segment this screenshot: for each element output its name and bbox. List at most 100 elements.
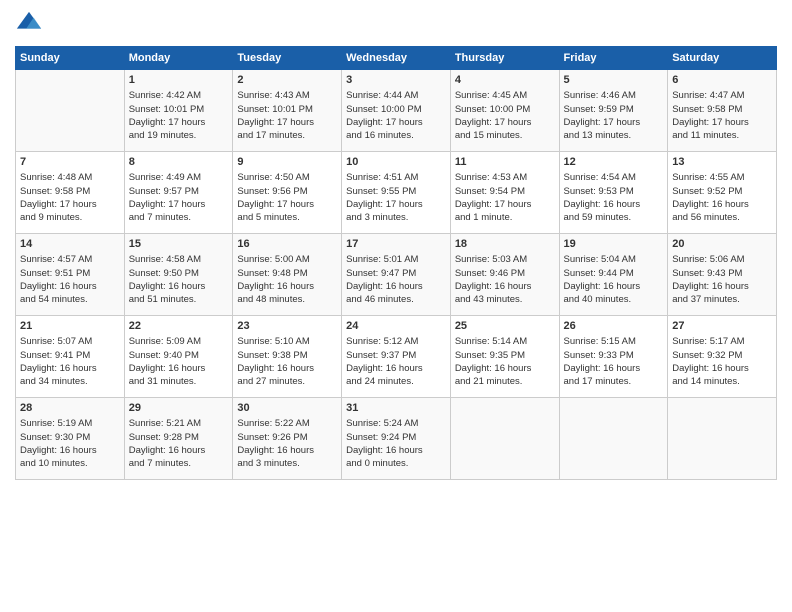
calendar-cell — [16, 70, 125, 152]
calendar-cell: 31Sunrise: 5:24 AM Sunset: 9:24 PM Dayli… — [342, 398, 451, 480]
calendar-cell: 20Sunrise: 5:06 AM Sunset: 9:43 PM Dayli… — [668, 234, 777, 316]
header-cell-sunday: Sunday — [16, 47, 125, 70]
calendar-cell: 9Sunrise: 4:50 AM Sunset: 9:56 PM Daylig… — [233, 152, 342, 234]
day-number: 12 — [564, 155, 664, 170]
header-row: SundayMondayTuesdayWednesdayThursdayFrid… — [16, 47, 777, 70]
day-number: 30 — [237, 401, 337, 416]
calendar-cell: 13Sunrise: 4:55 AM Sunset: 9:52 PM Dayli… — [668, 152, 777, 234]
header-cell-monday: Monday — [124, 47, 233, 70]
day-info: Sunrise: 5:14 AM Sunset: 9:35 PM Dayligh… — [455, 335, 555, 388]
day-number: 23 — [237, 319, 337, 334]
day-info: Sunrise: 5:03 AM Sunset: 9:46 PM Dayligh… — [455, 253, 555, 306]
day-info: Sunrise: 5:19 AM Sunset: 9:30 PM Dayligh… — [20, 417, 120, 470]
day-number: 1 — [129, 73, 229, 88]
day-info: Sunrise: 5:17 AM Sunset: 9:32 PM Dayligh… — [672, 335, 772, 388]
calendar-cell: 4Sunrise: 4:45 AM Sunset: 10:00 PM Dayli… — [450, 70, 559, 152]
calendar-cell: 23Sunrise: 5:10 AM Sunset: 9:38 PM Dayli… — [233, 316, 342, 398]
header-cell-friday: Friday — [559, 47, 668, 70]
day-number: 31 — [346, 401, 446, 416]
day-number: 13 — [672, 155, 772, 170]
week-row-2: 7Sunrise: 4:48 AM Sunset: 9:58 PM Daylig… — [16, 152, 777, 234]
calendar-cell: 14Sunrise: 4:57 AM Sunset: 9:51 PM Dayli… — [16, 234, 125, 316]
header-cell-wednesday: Wednesday — [342, 47, 451, 70]
day-info: Sunrise: 4:47 AM Sunset: 9:58 PM Dayligh… — [672, 89, 772, 142]
day-info: Sunrise: 4:46 AM Sunset: 9:59 PM Dayligh… — [564, 89, 664, 142]
day-number: 3 — [346, 73, 446, 88]
day-info: Sunrise: 5:21 AM Sunset: 9:28 PM Dayligh… — [129, 417, 229, 470]
calendar-cell: 26Sunrise: 5:15 AM Sunset: 9:33 PM Dayli… — [559, 316, 668, 398]
calendar-header: SundayMondayTuesdayWednesdayThursdayFrid… — [16, 47, 777, 70]
day-number: 14 — [20, 237, 120, 252]
day-info: Sunrise: 5:00 AM Sunset: 9:48 PM Dayligh… — [237, 253, 337, 306]
calendar-cell: 17Sunrise: 5:01 AM Sunset: 9:47 PM Dayli… — [342, 234, 451, 316]
day-info: Sunrise: 5:04 AM Sunset: 9:44 PM Dayligh… — [564, 253, 664, 306]
day-number: 24 — [346, 319, 446, 334]
day-number: 8 — [129, 155, 229, 170]
calendar-cell: 19Sunrise: 5:04 AM Sunset: 9:44 PM Dayli… — [559, 234, 668, 316]
calendar-cell: 30Sunrise: 5:22 AM Sunset: 9:26 PM Dayli… — [233, 398, 342, 480]
day-number: 29 — [129, 401, 229, 416]
day-number: 7 — [20, 155, 120, 170]
day-number: 28 — [20, 401, 120, 416]
calendar-cell: 15Sunrise: 4:58 AM Sunset: 9:50 PM Dayli… — [124, 234, 233, 316]
header-cell-saturday: Saturday — [668, 47, 777, 70]
day-info: Sunrise: 4:43 AM Sunset: 10:01 PM Daylig… — [237, 89, 337, 142]
day-number: 26 — [564, 319, 664, 334]
day-info: Sunrise: 4:55 AM Sunset: 9:52 PM Dayligh… — [672, 171, 772, 224]
day-info: Sunrise: 4:51 AM Sunset: 9:55 PM Dayligh… — [346, 171, 446, 224]
calendar-cell: 16Sunrise: 5:00 AM Sunset: 9:48 PM Dayli… — [233, 234, 342, 316]
calendar-cell: 27Sunrise: 5:17 AM Sunset: 9:32 PM Dayli… — [668, 316, 777, 398]
day-info: Sunrise: 4:42 AM Sunset: 10:01 PM Daylig… — [129, 89, 229, 142]
calendar-cell — [559, 398, 668, 480]
calendar-cell: 3Sunrise: 4:44 AM Sunset: 10:00 PM Dayli… — [342, 70, 451, 152]
day-info: Sunrise: 5:24 AM Sunset: 9:24 PM Dayligh… — [346, 417, 446, 470]
day-number: 11 — [455, 155, 555, 170]
calendar-body: 1Sunrise: 4:42 AM Sunset: 10:01 PM Dayli… — [16, 70, 777, 480]
day-info: Sunrise: 5:22 AM Sunset: 9:26 PM Dayligh… — [237, 417, 337, 470]
day-number: 25 — [455, 319, 555, 334]
day-info: Sunrise: 4:45 AM Sunset: 10:00 PM Daylig… — [455, 89, 555, 142]
day-number: 18 — [455, 237, 555, 252]
calendar-cell: 22Sunrise: 5:09 AM Sunset: 9:40 PM Dayli… — [124, 316, 233, 398]
calendar-cell: 18Sunrise: 5:03 AM Sunset: 9:46 PM Dayli… — [450, 234, 559, 316]
day-number: 27 — [672, 319, 772, 334]
day-number: 15 — [129, 237, 229, 252]
header-cell-tuesday: Tuesday — [233, 47, 342, 70]
calendar-cell: 6Sunrise: 4:47 AM Sunset: 9:58 PM Daylig… — [668, 70, 777, 152]
day-number: 17 — [346, 237, 446, 252]
calendar-cell: 8Sunrise: 4:49 AM Sunset: 9:57 PM Daylig… — [124, 152, 233, 234]
day-number: 4 — [455, 73, 555, 88]
day-info: Sunrise: 5:09 AM Sunset: 9:40 PM Dayligh… — [129, 335, 229, 388]
day-info: Sunrise: 4:49 AM Sunset: 9:57 PM Dayligh… — [129, 171, 229, 224]
day-number: 16 — [237, 237, 337, 252]
day-number: 22 — [129, 319, 229, 334]
calendar-cell: 28Sunrise: 5:19 AM Sunset: 9:30 PM Dayli… — [16, 398, 125, 480]
calendar-cell: 29Sunrise: 5:21 AM Sunset: 9:28 PM Dayli… — [124, 398, 233, 480]
header-cell-thursday: Thursday — [450, 47, 559, 70]
day-info: Sunrise: 4:50 AM Sunset: 9:56 PM Dayligh… — [237, 171, 337, 224]
day-number: 20 — [672, 237, 772, 252]
logo-icon — [15, 10, 43, 38]
day-info: Sunrise: 5:10 AM Sunset: 9:38 PM Dayligh… — [237, 335, 337, 388]
calendar-cell: 21Sunrise: 5:07 AM Sunset: 9:41 PM Dayli… — [16, 316, 125, 398]
calendar-cell: 25Sunrise: 5:14 AM Sunset: 9:35 PM Dayli… — [450, 316, 559, 398]
day-info: Sunrise: 5:07 AM Sunset: 9:41 PM Dayligh… — [20, 335, 120, 388]
day-info: Sunrise: 4:58 AM Sunset: 9:50 PM Dayligh… — [129, 253, 229, 306]
day-number: 5 — [564, 73, 664, 88]
calendar-cell: 7Sunrise: 4:48 AM Sunset: 9:58 PM Daylig… — [16, 152, 125, 234]
day-info: Sunrise: 5:06 AM Sunset: 9:43 PM Dayligh… — [672, 253, 772, 306]
day-info: Sunrise: 5:01 AM Sunset: 9:47 PM Dayligh… — [346, 253, 446, 306]
calendar-cell: 10Sunrise: 4:51 AM Sunset: 9:55 PM Dayli… — [342, 152, 451, 234]
day-info: Sunrise: 4:54 AM Sunset: 9:53 PM Dayligh… — [564, 171, 664, 224]
page-header — [15, 10, 777, 38]
day-info: Sunrise: 4:48 AM Sunset: 9:58 PM Dayligh… — [20, 171, 120, 224]
calendar-cell — [668, 398, 777, 480]
calendar-cell: 11Sunrise: 4:53 AM Sunset: 9:54 PM Dayli… — [450, 152, 559, 234]
calendar-cell: 2Sunrise: 4:43 AM Sunset: 10:01 PM Dayli… — [233, 70, 342, 152]
calendar-cell: 24Sunrise: 5:12 AM Sunset: 9:37 PM Dayli… — [342, 316, 451, 398]
day-number: 6 — [672, 73, 772, 88]
week-row-1: 1Sunrise: 4:42 AM Sunset: 10:01 PM Dayli… — [16, 70, 777, 152]
day-number: 19 — [564, 237, 664, 252]
logo — [15, 10, 47, 38]
day-number: 2 — [237, 73, 337, 88]
